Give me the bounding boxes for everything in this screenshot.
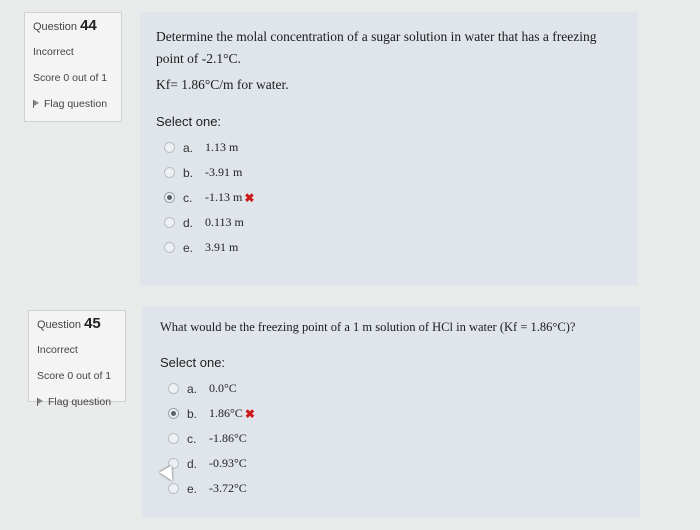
- answer-option-c[interactable]: c. -1.13 m ✖: [164, 185, 638, 210]
- option-letter: c.: [187, 431, 197, 446]
- option-letter: a.: [187, 381, 198, 396]
- option-letter: c.: [183, 190, 193, 205]
- radio-button-selected[interactable]: [168, 408, 179, 419]
- radio-button[interactable]: [164, 167, 175, 178]
- option-letter: d.: [183, 215, 194, 230]
- question-text-line: point of -2.1°C.: [156, 51, 241, 66]
- select-one-label: Select one:: [156, 114, 222, 129]
- flag-label: Flag question: [48, 396, 112, 408]
- status-text: Incorrect: [37, 344, 78, 356]
- option-letter: d.: [187, 456, 198, 471]
- option-value: 0.0°C: [209, 381, 237, 395]
- option-letter: e.: [187, 481, 198, 496]
- question-info-44: Question 44 Incorrect Score 0 out of 1 F…: [24, 12, 122, 122]
- option-value: -1.13 m: [205, 190, 243, 204]
- option-letter: e.: [183, 240, 194, 255]
- answer-option-a[interactable]: a. 1.13 m: [164, 135, 638, 160]
- status-text: Incorrect: [33, 46, 74, 58]
- flag-icon: [37, 398, 45, 406]
- radio-button[interactable]: [164, 142, 175, 153]
- answer-option-c[interactable]: c. -1.86°C: [168, 426, 640, 451]
- question-label: Question: [37, 319, 82, 331]
- answer-option-d[interactable]: d. 0.113 m: [164, 210, 638, 235]
- x-mark-icon: ✖: [244, 190, 255, 205]
- question-content-45: What would be the freezing point of a 1 …: [142, 306, 640, 518]
- question-text-line: Determine the molal concentration of a s…: [156, 29, 597, 44]
- option-value: -3.91 m: [205, 165, 243, 179]
- radio-button[interactable]: [168, 383, 179, 394]
- option-letter: b.: [183, 165, 194, 180]
- question-text: What would be the freezing point of a 1 …: [160, 320, 576, 334]
- question-info-45: Question 45 Incorrect Score 0 out of 1 F…: [28, 310, 126, 408]
- question-number-value: 44: [80, 17, 97, 34]
- answer-option-b[interactable]: b. 1.86°C ✖: [168, 401, 640, 426]
- option-value: 1.13 m: [205, 140, 239, 154]
- question-content-44: Determine the molal concentration of a s…: [140, 12, 638, 286]
- option-value: -1.86°C: [209, 431, 247, 445]
- question-text: Determine the molal concentration of a s…: [156, 26, 638, 96]
- radio-button[interactable]: [168, 433, 179, 444]
- option-value: 0.113 m: [205, 215, 244, 229]
- question-number: Question 45: [37, 315, 119, 332]
- option-value: 3.91 m: [205, 240, 239, 254]
- flag-question-button[interactable]: Flag question: [33, 98, 115, 110]
- radio-button[interactable]: [164, 217, 175, 228]
- answer-option-d[interactable]: d. -0.93°C: [168, 451, 640, 476]
- answer-option-a[interactable]: a. 0.0°C: [168, 376, 640, 401]
- answer-option-e[interactable]: e. -3.72°C: [168, 476, 640, 501]
- x-mark-icon: ✖: [244, 406, 255, 421]
- question-label: Question: [33, 21, 78, 33]
- score-text: Score 0 out of 1: [33, 72, 108, 84]
- option-value: -0.93°C: [209, 456, 247, 470]
- radio-button[interactable]: [168, 483, 179, 494]
- option-letter: b.: [187, 406, 198, 421]
- flag-icon: [33, 100, 41, 108]
- question-number-value: 45: [84, 315, 101, 332]
- radio-button-selected[interactable]: [164, 192, 175, 203]
- question-text-line: Kf= 1.86°C/m for water.: [156, 77, 289, 92]
- select-one-label: Select one:: [160, 355, 226, 370]
- option-value: 1.86°C: [209, 406, 243, 420]
- option-value: -3.72°C: [209, 481, 247, 495]
- flag-question-button[interactable]: Flag question: [37, 396, 119, 408]
- flag-label: Flag question: [44, 98, 108, 110]
- answer-option-b[interactable]: b. -3.91 m: [164, 160, 638, 185]
- score-text: Score 0 out of 1: [37, 370, 112, 382]
- answer-option-e[interactable]: e. 3.91 m: [164, 235, 638, 260]
- question-number: Question 44: [33, 17, 115, 34]
- radio-button[interactable]: [164, 242, 175, 253]
- option-letter: a.: [183, 140, 194, 155]
